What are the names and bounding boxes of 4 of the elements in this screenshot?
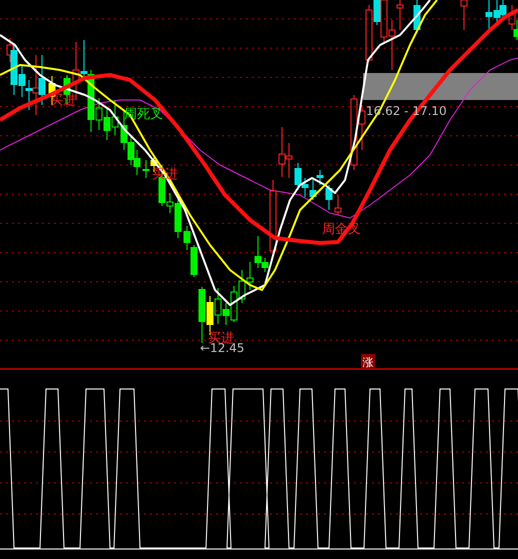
candlestick [334, 194, 342, 216]
rise-badge: 涨 [361, 354, 375, 369]
candlestick [326, 184, 332, 210]
candlestick [460, 0, 468, 30]
